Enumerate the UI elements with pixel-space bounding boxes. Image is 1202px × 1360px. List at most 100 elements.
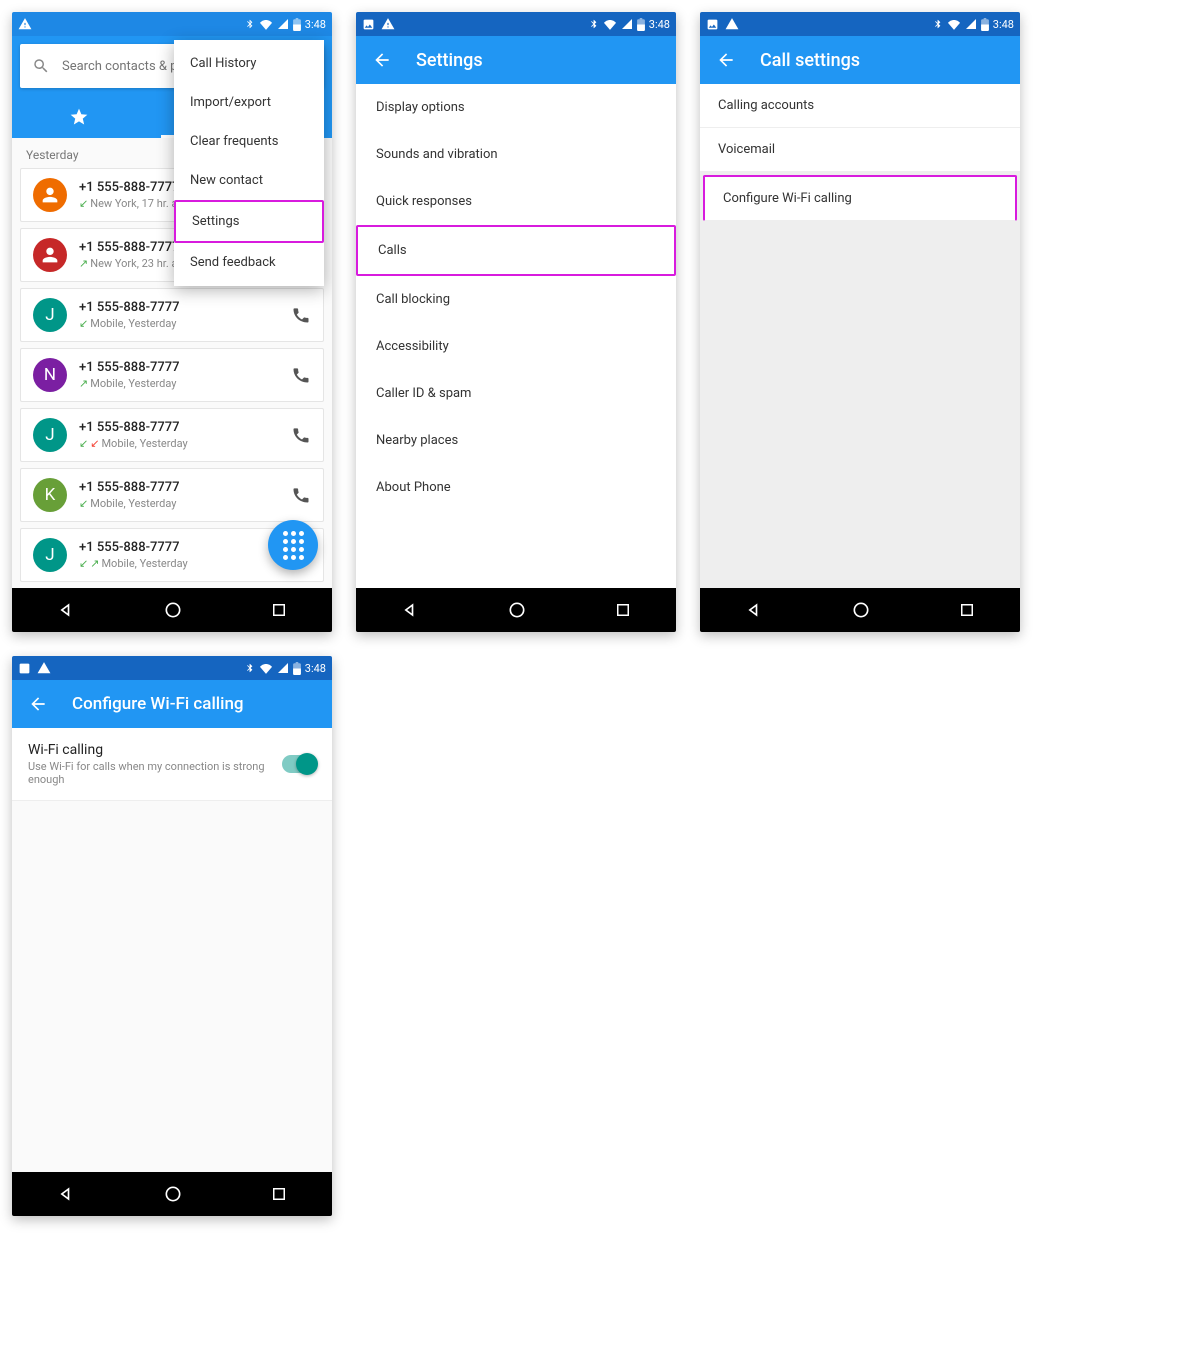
call-log-row[interactable]: J +1 555-888-7777 ↙↙ Mobile, Yesterday [20,408,324,462]
status-time: 3:48 [649,18,670,31]
menu-item-new-contact[interactable]: New contact [174,161,324,200]
dialpad-fab[interactable] [268,520,318,570]
menu-item-import-export[interactable]: Import/export [174,83,324,122]
wifi-icon [947,18,961,30]
nav-back-icon[interactable] [56,1184,76,1204]
back-arrow-icon[interactable] [372,50,392,70]
call-direction-icon: ↙ [79,558,88,569]
phone-screen-dialer: 3:48 Yesterday +1 555-888-7777↙ New York… [12,12,332,632]
settings-item-caller-id-spam[interactable]: Caller ID & spam [356,370,676,417]
tab-favorites[interactable] [12,96,145,138]
call-button[interactable] [291,485,311,505]
app-bar: Call settings [700,36,1020,84]
call-meta: ↙ Mobile, Yesterday [79,497,279,510]
call-direction-icon: ↗ [90,558,99,569]
bluetooth-icon [589,18,599,30]
menu-item-clear-frequents[interactable]: Clear frequents [174,122,324,161]
battery-icon [293,18,301,31]
call-direction-icon: ↙ [90,438,99,449]
wifi-icon [603,18,617,30]
signal-icon [277,18,289,30]
nav-bar [356,588,676,632]
app-bar: Configure Wi-Fi calling [12,680,332,728]
signal-icon [277,662,289,674]
contact-avatar: J [33,538,67,572]
page-title: Configure Wi-Fi calling [72,694,244,714]
call-log-row[interactable]: K+1 555-888-7777↙ Mobile, Yesterday [20,468,324,522]
status-bar: 3:48 [356,12,676,36]
battery-icon [637,18,645,31]
call-number: +1 555-888-7777 [79,480,279,495]
wifi-calling-switch[interactable] [282,755,316,773]
nav-back-icon[interactable] [400,600,420,620]
settings-item-calls[interactable]: Calls [356,225,676,276]
settings-item-nearby-places[interactable]: Nearby places [356,417,676,464]
call-log-row[interactable]: N+1 555-888-7777↗ Mobile, Yesterday [20,348,324,402]
nav-recents-icon[interactable] [270,601,288,619]
nav-recents-icon[interactable] [958,601,976,619]
battery-icon [293,662,301,675]
settings-item-quick-responses[interactable]: Quick responses [356,178,676,225]
nav-home-icon[interactable] [163,1184,183,1204]
menu-item-send-feedback[interactable]: Send feedback [174,243,324,282]
settings-item-call-blocking[interactable]: Call blocking [356,276,676,323]
page-title: Call settings [760,50,860,71]
call-settings-item-calling-accounts[interactable]: Calling accounts [700,84,1020,128]
settings-item-accessibility[interactable]: Accessibility [356,323,676,370]
image-icon [706,18,719,31]
call-button[interactable] [291,365,311,385]
contact-avatar: J [33,418,67,452]
call-direction-icon: ↙ [79,318,88,329]
status-time: 3:48 [305,18,326,31]
wifi-calling-description: Use Wi-Fi for calls when my connection i… [28,760,270,786]
nav-home-icon[interactable] [851,600,871,620]
nav-recents-icon[interactable] [270,1185,288,1203]
warning-icon [381,17,395,31]
nav-home-icon[interactable] [163,600,183,620]
nav-back-icon[interactable] [744,600,764,620]
settings-item-display-options[interactable]: Display options [356,84,676,131]
battery-icon [981,18,989,31]
signal-icon [965,18,977,30]
call-direction-icon: ↙ [79,438,88,449]
contact-avatar: J [33,298,67,332]
contact-avatar [33,178,67,212]
nav-back-icon[interactable] [56,600,76,620]
call-log-row[interactable]: J+1 555-888-7777↙ Mobile, Yesterday [20,288,324,342]
call-number: +1 555-888-7777 [79,420,279,435]
call-button[interactable] [291,425,311,445]
call-settings-item-configure-wi-fi-calling[interactable]: Configure Wi-Fi calling [703,175,1017,221]
settings-item-sounds-and-vibration[interactable]: Sounds and vibration [356,131,676,178]
back-arrow-icon[interactable] [716,50,736,70]
nav-home-icon[interactable] [507,600,527,620]
image-icon [362,18,375,31]
menu-item-call-history[interactable]: Call History [174,44,324,83]
wifi-calling-label: Wi-Fi calling [28,742,270,758]
call-settings-item-voicemail[interactable]: Voicemail [700,128,1020,172]
phone-screen-wifi-calling: 3:48 Configure Wi-Fi calling Wi-Fi calli… [12,656,332,1216]
bluetooth-icon [245,18,255,30]
status-bar: 3:48 [12,656,332,680]
call-meta: ↙ Mobile, Yesterday [79,317,279,330]
app-bar: Settings [356,36,676,84]
contact-avatar: N [33,358,67,392]
nav-bar [700,588,1020,632]
warning-icon [18,17,32,31]
warning-icon [725,17,739,31]
call-button[interactable] [291,305,311,325]
status-time: 3:48 [993,18,1014,31]
overflow-menu: Call HistoryImport/exportClear frequents… [174,40,324,286]
status-bar: 3:48 [12,12,332,36]
menu-item-settings[interactable]: Settings [174,200,324,243]
call-direction-icon: ↗ [79,258,88,269]
wifi-icon [259,662,273,674]
nav-recents-icon[interactable] [614,601,632,619]
phone-screen-settings: 3:48 Settings Display optionsSounds and … [356,12,676,632]
wifi-icon [259,18,273,30]
back-arrow-icon[interactable] [28,694,48,714]
wifi-calling-toggle-row[interactable]: Wi-Fi calling Use Wi-Fi for calls when m… [12,728,332,801]
contact-avatar [33,238,67,272]
status-time: 3:48 [305,662,326,675]
call-meta: ↙↙ Mobile, Yesterday [79,437,279,450]
settings-item-about-phone[interactable]: About Phone [356,464,676,511]
